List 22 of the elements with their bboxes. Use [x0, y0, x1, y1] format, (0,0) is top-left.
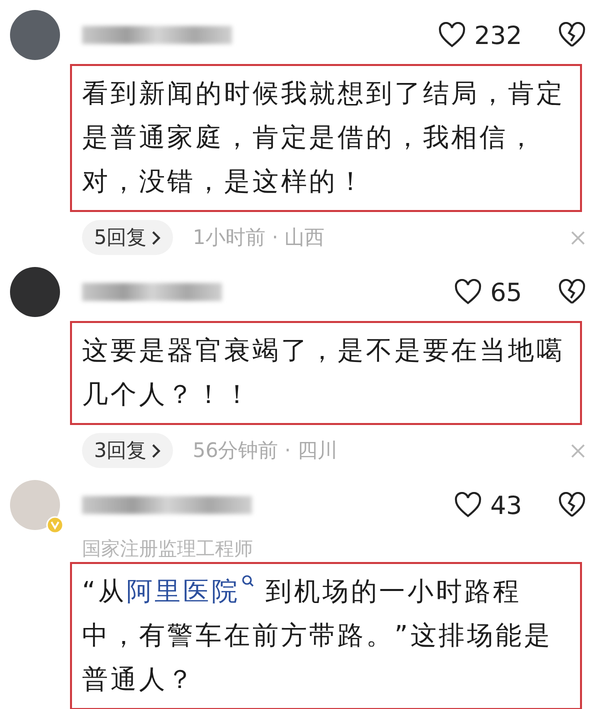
like-count: 65 [490, 278, 522, 306]
broken-heart-icon[interactable] [558, 22, 586, 48]
comment-meta: 1小时前 · 山西 [192, 224, 325, 251]
comment-text: 看到新闻的时候我就想到了结局，肯定是普通家庭，肯定是借的，我相信，对，没错，是这样的！ [82, 78, 566, 199]
user-title: 国家注册监理工程师 [82, 537, 254, 562]
chevron-right-icon [150, 230, 161, 246]
chevron-right-icon [150, 442, 161, 458]
avatar[interactable] [10, 10, 60, 60]
heart-icon[interactable] [454, 492, 482, 518]
comment-meta: 56分钟前 · 四川 [192, 437, 338, 464]
search-link[interactable]: 阿里医院 [126, 577, 255, 607]
broken-heart-icon[interactable] [558, 492, 586, 518]
avatar[interactable] [10, 267, 60, 317]
broken-heart-icon[interactable] [558, 279, 586, 305]
like-count: 43 [490, 490, 522, 520]
replies-button[interactable]: 5回复 [82, 220, 173, 255]
replies-button[interactable]: 3回复 [82, 433, 173, 468]
comment-text: 这要是器官衰竭了，是不是要在当地噶几个人？！！ [82, 335, 566, 412]
heart-icon[interactable] [438, 22, 466, 48]
heart-icon[interactable] [454, 279, 482, 305]
comment-text: “从阿里医院 到机场的一小时路程中，有警车在前方带路。”这排场能是普通人？ [82, 570, 572, 702]
like-count: 232 [474, 20, 522, 50]
